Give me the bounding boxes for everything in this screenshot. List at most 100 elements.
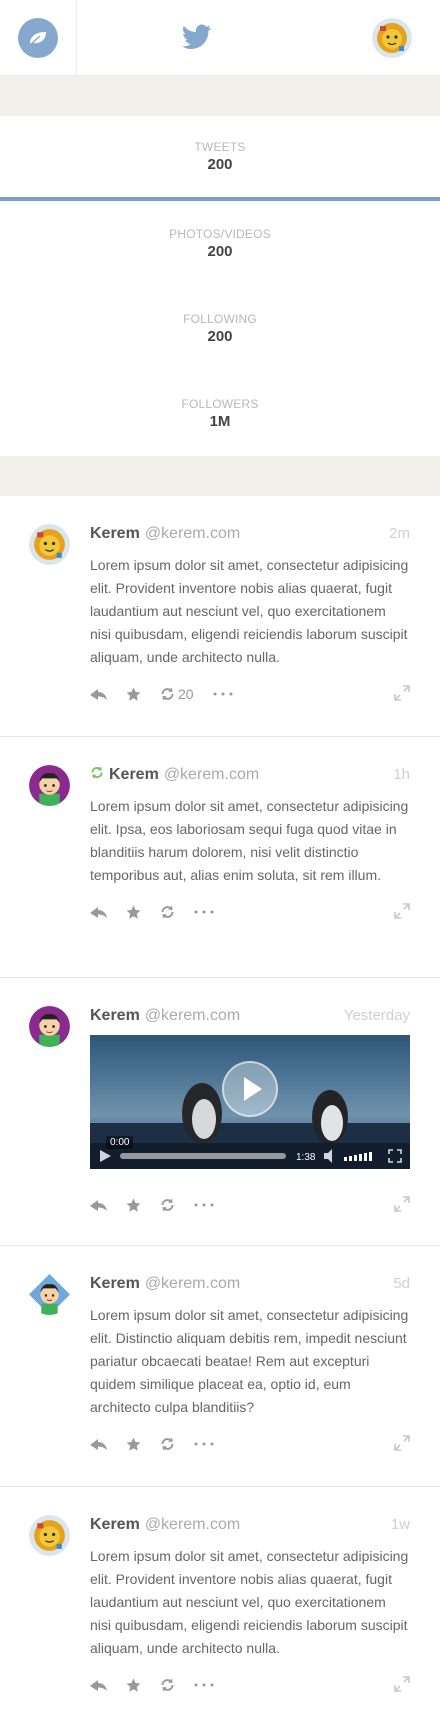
play-small-icon[interactable]: [98, 1149, 112, 1163]
retweet-button[interactable]: [160, 1678, 175, 1692]
expand-button[interactable]: [394, 1676, 410, 1697]
retweet-button[interactable]: [160, 1437, 175, 1451]
tweet-card: Kerem @kerem.com Yesterday 1:38 0:00: [0, 978, 440, 1246]
retweet-button[interactable]: [160, 905, 175, 919]
expand-button[interactable]: [394, 1196, 410, 1217]
avatar[interactable]: [29, 1515, 70, 1556]
expand-button[interactable]: [394, 685, 410, 706]
author-name[interactable]: Kerem: [90, 525, 140, 543]
tweet-time[interactable]: Yesterday: [344, 1007, 410, 1024]
favorite-button[interactable]: [126, 1678, 141, 1693]
tweet-actions: [90, 1433, 410, 1455]
stat-value: 1M: [209, 413, 231, 430]
retweet-green-icon: [91, 766, 103, 779]
profile-avatar[interactable]: [372, 18, 412, 58]
tweet-header: Kerem @kerem.com 1h: [90, 766, 410, 786]
expand-icon: [394, 1196, 410, 1212]
reply-icon: [90, 1200, 107, 1211]
tweet-header: Kerem @kerem.com Yesterday: [90, 1007, 410, 1027]
more-icon: [194, 1683, 214, 1687]
more-button[interactable]: [194, 910, 214, 914]
tweet-text: Lorem ipsum dolor sit amet, consectetur …: [90, 1307, 409, 1415]
tweet-card: Kerem @kerem.com 2m Lorem ipsum dolor si…: [0, 496, 440, 737]
stat-followers[interactable]: FOLLOWERS 1M: [0, 371, 440, 456]
reply-button[interactable]: [90, 1678, 107, 1692]
star-icon: [126, 687, 141, 701]
retweet-icon: [161, 905, 174, 919]
video-progress-bar[interactable]: [120, 1153, 286, 1159]
more-icon: [194, 1203, 214, 1207]
tweet-time[interactable]: 1h: [393, 766, 410, 783]
expand-icon: [394, 903, 410, 919]
retweet-button[interactable]: [160, 1198, 175, 1212]
lion-avatar-icon: [372, 18, 412, 58]
author-handle[interactable]: @kerem.com: [145, 1275, 240, 1293]
expand-icon: [394, 1435, 410, 1451]
reply-button[interactable]: [90, 687, 107, 701]
top-bar: [0, 0, 440, 76]
expand-icon: [394, 685, 410, 701]
favorite-button[interactable]: [126, 905, 141, 920]
author-name[interactable]: Kerem: [90, 1007, 140, 1025]
boy-blue-avatar-icon: [29, 1274, 70, 1315]
tweet-time[interactable]: 1w: [391, 1516, 410, 1533]
avatar[interactable]: [29, 765, 70, 806]
favorite-button[interactable]: [126, 687, 141, 702]
tweet-header: Kerem @kerem.com 2m: [90, 525, 410, 545]
more-button[interactable]: [194, 1203, 214, 1207]
play-button[interactable]: [222, 1061, 278, 1117]
star-icon: [126, 1198, 141, 1212]
retweet-button[interactable]: 20: [160, 686, 194, 702]
author-handle[interactable]: @kerem.com: [164, 766, 259, 784]
tweet-card: Kerem @kerem.com 1w Lorem ipsum dolor si…: [0, 1487, 440, 1726]
author-name[interactable]: Kerem: [109, 766, 159, 784]
more-button[interactable]: [194, 1683, 214, 1687]
section-divider: [0, 76, 440, 116]
video-controls: 1:38: [90, 1143, 410, 1169]
more-icon: [194, 1442, 214, 1446]
stat-label: FOLLOWING: [183, 312, 257, 326]
boy-avatar-icon: [29, 765, 70, 806]
stat-photos-videos[interactable]: PHOTOS/VIDEOS 200: [0, 201, 440, 286]
profile-stats: TWEETS 200 PHOTOS/VIDEOS 200 FOLLOWING 2…: [0, 116, 440, 456]
avatar[interactable]: [29, 1274, 70, 1315]
avatar[interactable]: [29, 524, 70, 565]
expand-button[interactable]: [394, 903, 410, 924]
reply-button[interactable]: [90, 1437, 107, 1451]
reply-icon: [90, 907, 107, 918]
author-name[interactable]: Kerem: [90, 1275, 140, 1293]
tweet-actions: 20: [90, 683, 410, 705]
reply-button[interactable]: [90, 905, 107, 919]
star-icon: [126, 1678, 141, 1692]
reply-button[interactable]: [90, 1198, 107, 1212]
avatar[interactable]: [29, 1006, 70, 1047]
leaf-icon: [30, 32, 46, 45]
more-button[interactable]: [194, 1442, 214, 1446]
twitter-bird-icon[interactable]: [182, 24, 212, 50]
stat-value: 200: [207, 328, 233, 345]
author-handle[interactable]: @kerem.com: [145, 1007, 240, 1025]
more-icon: [194, 910, 214, 914]
author-handle[interactable]: @kerem.com: [145, 525, 240, 543]
tweet-card: Kerem @kerem.com 1h Lorem ipsum dolor si…: [0, 737, 440, 978]
more-icon: [213, 692, 233, 696]
stat-tweets[interactable]: TWEETS 200: [0, 116, 440, 201]
video-player[interactable]: 1:38 0:00: [90, 1035, 410, 1169]
fullscreen-icon[interactable]: [388, 1149, 402, 1163]
retweet-icon: [161, 687, 174, 701]
expand-button[interactable]: [394, 1435, 410, 1456]
stat-value: 200: [207, 156, 233, 173]
more-button[interactable]: [213, 692, 233, 696]
tweet-time[interactable]: 5d: [393, 1275, 410, 1292]
volume-icon[interactable]: [324, 1149, 382, 1163]
leaf-button[interactable]: [18, 18, 58, 58]
author-handle[interactable]: @kerem.com: [145, 1516, 240, 1534]
favorite-button[interactable]: [126, 1198, 141, 1213]
video-current-time: 0:00: [106, 1136, 134, 1149]
stat-following[interactable]: FOLLOWING 200: [0, 286, 440, 371]
favorite-button[interactable]: [126, 1437, 141, 1452]
reply-icon: [90, 689, 107, 700]
author-name[interactable]: Kerem: [90, 1516, 140, 1534]
retweet-icon: [161, 1678, 174, 1692]
tweet-time[interactable]: 2m: [389, 525, 410, 542]
